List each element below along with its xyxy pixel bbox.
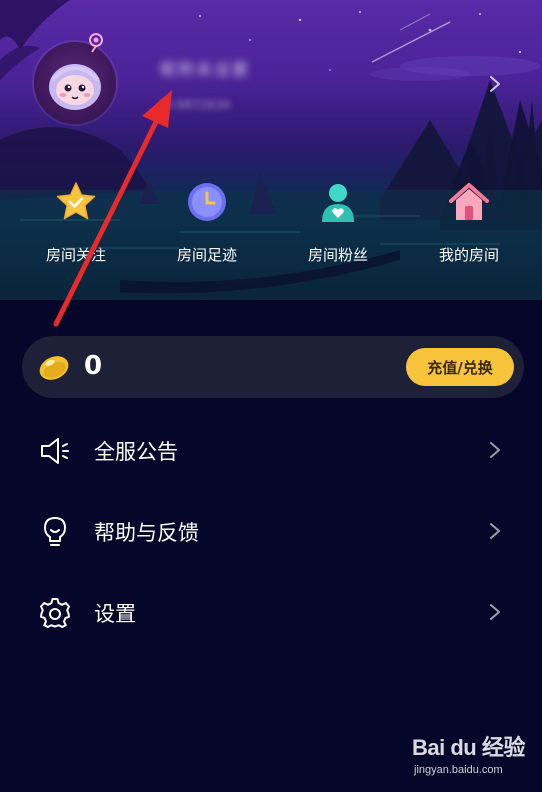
quick-nav-label: 房间粉丝: [307, 246, 368, 264]
quick-nav-label: 房间足迹: [176, 246, 237, 264]
watermark-logo: Bai du 经验: [412, 735, 525, 760]
quick-nav: 房间关注 房间足迹 房间粉丝 我的房间: [0, 176, 542, 272]
chevron-right-icon[interactable]: [488, 74, 502, 94]
quick-nav-room-history[interactable]: 房间足迹: [157, 176, 257, 272]
megaphone-icon: [41, 438, 69, 464]
clock-icon: [188, 183, 226, 221]
quick-nav-label: 房间关注: [45, 246, 106, 264]
flower-badge-icon[interactable]: [84, 30, 108, 54]
chevron-right-icon: [490, 523, 500, 539]
chevron-right-icon: [490, 442, 500, 458]
menu-label: 全服公告: [94, 440, 178, 464]
menu-label: 设置: [94, 602, 136, 626]
watermark-url: jingyan.baidu.com: [414, 764, 503, 776]
wallet-bar: 0 充值/兑换: [22, 336, 524, 398]
lightbulb-icon: [44, 517, 66, 546]
quick-nav-room-follow[interactable]: 房间关注: [26, 176, 126, 272]
recharge-exchange-button[interactable]: 充值/兑换: [406, 348, 514, 386]
chevron-right-icon: [490, 604, 500, 620]
house-icon: [449, 183, 489, 220]
coin-count: 0: [84, 351, 103, 381]
menu-item-settings[interactable]: 设置: [0, 582, 542, 642]
quick-nav-room-fans[interactable]: 房间粉丝: [288, 176, 388, 272]
user-id: ID:9872634: [160, 98, 231, 112]
username[interactable]: 昵称未设置: [160, 56, 280, 79]
quick-nav-my-room[interactable]: 我的房间: [419, 176, 519, 272]
coin-bean-icon: [39, 356, 69, 380]
menu-item-announcement[interactable]: 全服公告: [0, 420, 542, 480]
menu-item-help-feedback[interactable]: 帮助与反馈: [0, 501, 542, 561]
baidu-jingyan-watermark: Bai du 经验 jingyan.baidu.com: [412, 730, 532, 786]
menu-label: 帮助与反馈: [94, 521, 199, 545]
fan-user-icon: [322, 184, 354, 222]
avatar[interactable]: [34, 42, 116, 124]
star-icon: [56, 182, 96, 220]
avatar-character-icon: [49, 64, 101, 110]
quick-nav-label: 我的房间: [438, 246, 499, 264]
gear-icon: [40, 598, 70, 628]
